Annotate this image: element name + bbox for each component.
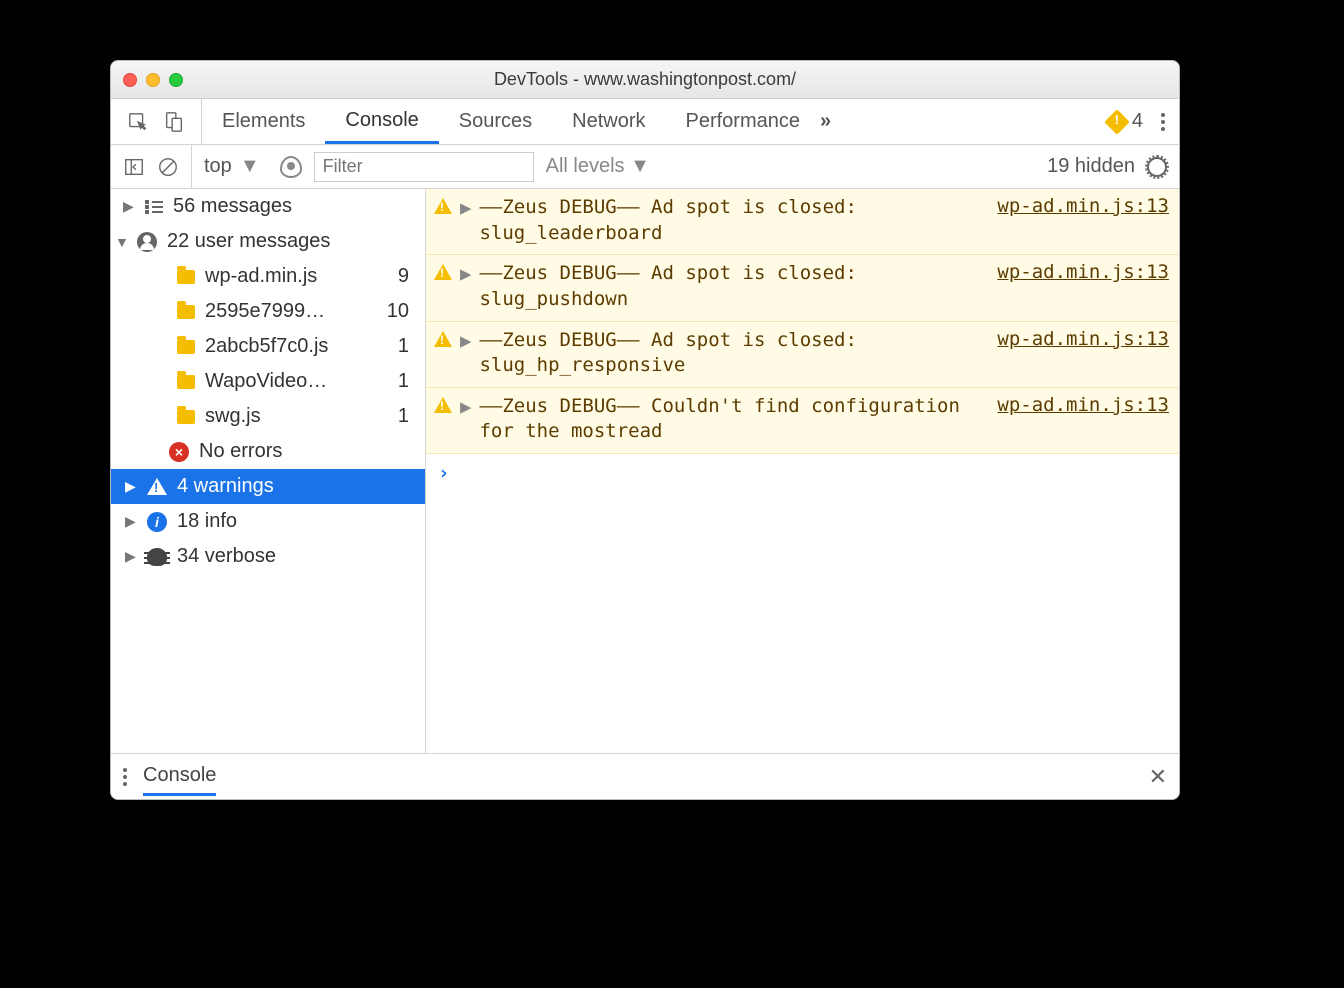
sidebar-info[interactable]: ▶ i 18 info — [111, 504, 425, 539]
warnings-badge[interactable]: 4 — [1108, 110, 1143, 133]
inspect-element-icon[interactable] — [127, 111, 149, 133]
file-name: 2abcb5f7c0.js — [205, 335, 328, 358]
file-count: 9 — [398, 265, 415, 288]
console-settings-icon[interactable] — [1147, 157, 1167, 177]
file-name: 2595e7999… — [205, 300, 325, 323]
expand-caret-icon[interactable]: ▶ — [460, 197, 471, 219]
console-message-warning[interactable]: ▶ ––Zeus DEBUG–– Ad spot is closed: slug… — [426, 255, 1179, 321]
file-name: swg.js — [205, 405, 261, 428]
expand-caret-icon[interactable]: ▶ — [460, 263, 471, 285]
sidebar-file-item[interactable]: WapoVideo… 1 — [111, 364, 425, 399]
list-icon — [145, 200, 163, 214]
sidebar-warnings[interactable]: ▶ ! 4 warnings — [111, 469, 425, 504]
message-source-link[interactable]: wp-ad.min.js:13 — [997, 328, 1169, 350]
message-source-link[interactable]: wp-ad.min.js:13 — [997, 394, 1169, 416]
devtools-window: DevTools - www.washingtonpost.com/ Eleme… — [110, 60, 1180, 800]
error-icon: × — [169, 442, 189, 462]
file-count: 1 — [398, 335, 415, 358]
close-drawer-button[interactable]: ✕ — [1149, 764, 1167, 790]
message-text: ––Zeus DEBUG–– Ad spot is closed: slug_p… — [479, 261, 989, 312]
tab-performance[interactable]: Performance — [666, 99, 821, 144]
expand-caret-icon: ▶ — [123, 198, 135, 215]
more-tabs-button[interactable]: » — [820, 110, 831, 133]
sidebar-file-item[interactable]: 2595e7999… 10 — [111, 294, 425, 329]
console-message-warning[interactable]: ▶ ––Zeus DEBUG–– Ad spot is closed: slug… — [426, 189, 1179, 255]
sidebar-file-item[interactable]: 2abcb5f7c0.js 1 — [111, 329, 425, 364]
sidebar-item-label: 4 warnings — [177, 475, 274, 498]
sidebar-item-label: 18 info — [177, 510, 237, 533]
file-count: 10 — [387, 300, 415, 323]
sidebar-messages[interactable]: ▶ 56 messages — [111, 189, 425, 224]
sidebar-item-label: 22 user messages — [167, 230, 330, 253]
window-title: DevTools - www.washingtonpost.com/ — [111, 69, 1179, 90]
message-text: ––Zeus DEBUG–– Ad spot is closed: slug_l… — [479, 195, 989, 246]
console-messages: ▶ ––Zeus DEBUG–– Ad spot is closed: slug… — [426, 189, 1179, 753]
collapse-caret-icon: ▼ — [115, 234, 127, 250]
console-message-warning[interactable]: ▶ ––Zeus DEBUG–– Ad spot is closed: slug… — [426, 322, 1179, 388]
console-sidebar: ▶ 56 messages ▼ 22 user messages wp-ad.m… — [111, 189, 426, 753]
sidebar-errors[interactable]: ▶ × No errors — [111, 434, 425, 469]
warning-icon — [434, 397, 452, 413]
folder-icon — [177, 340, 195, 354]
bug-icon — [147, 548, 167, 566]
tab-network[interactable]: Network — [552, 99, 665, 144]
drawer-tab-console[interactable]: Console — [143, 764, 216, 796]
device-toggle-icon[interactable] — [163, 111, 185, 133]
console-prompt[interactable]: › — [426, 454, 1179, 492]
console-toolbar: top ▼ All levels ▼ 19 hidden — [111, 145, 1179, 189]
expand-caret-icon: ▶ — [125, 478, 137, 495]
message-text: ––Zeus DEBUG–– Ad spot is closed: slug_h… — [479, 328, 989, 379]
filter-input[interactable] — [314, 152, 534, 182]
sidebar-user-messages[interactable]: ▼ 22 user messages — [111, 224, 425, 259]
toggle-sidebar-icon[interactable] — [123, 156, 145, 178]
sidebar-verbose[interactable]: ▶ 34 verbose — [111, 539, 425, 574]
sidebar-item-label: No errors — [199, 440, 282, 463]
message-source-link[interactable]: wp-ad.min.js:13 — [997, 261, 1169, 283]
folder-icon — [177, 410, 195, 424]
message-source-link[interactable]: wp-ad.min.js:13 — [997, 195, 1169, 217]
folder-icon — [177, 375, 195, 389]
message-text: ––Zeus DEBUG–– Couldn't find configurati… — [479, 394, 989, 445]
console-message-warning[interactable]: ▶ ––Zeus DEBUG–– Couldn't find configura… — [426, 388, 1179, 454]
warning-icon: ! — [147, 478, 167, 495]
expand-caret-icon[interactable]: ▶ — [460, 396, 471, 418]
panel-tabs: Elements Console Sources Network Perform… — [111, 99, 1179, 145]
titlebar: DevTools - www.washingtonpost.com/ — [111, 61, 1179, 99]
warning-icon — [434, 331, 452, 347]
folder-icon — [177, 305, 195, 319]
sidebar-item-label: 34 verbose — [177, 545, 276, 568]
sidebar-file-item[interactable]: swg.js 1 — [111, 399, 425, 434]
tab-sources[interactable]: Sources — [439, 99, 552, 144]
drawer: Console ✕ — [111, 753, 1179, 799]
file-name: wp-ad.min.js — [205, 265, 317, 288]
hidden-messages-count[interactable]: 19 hidden — [1047, 155, 1135, 178]
clear-console-icon[interactable] — [157, 156, 179, 178]
expand-caret-icon: ▶ — [125, 548, 137, 565]
sidebar-item-label: 56 messages — [173, 195, 292, 218]
file-count: 1 — [398, 405, 415, 428]
expand-caret-icon: ▶ — [125, 513, 137, 530]
dropdown-caret-icon: ▼ — [240, 155, 260, 178]
user-icon — [137, 232, 157, 252]
sidebar-file-item[interactable]: wp-ad.min.js 9 — [111, 259, 425, 294]
folder-icon — [177, 270, 195, 284]
main-area: ▶ 56 messages ▼ 22 user messages wp-ad.m… — [111, 189, 1179, 753]
file-name: WapoVideo… — [205, 370, 327, 393]
context-selector[interactable]: top — [204, 155, 232, 178]
tab-console[interactable]: Console — [325, 99, 438, 144]
log-levels-dropdown[interactable]: All levels ▼ — [546, 155, 650, 178]
warning-icon — [434, 264, 452, 280]
warning-icon — [434, 198, 452, 214]
warning-icon — [1104, 109, 1129, 134]
settings-menu-button[interactable] — [1161, 113, 1165, 131]
tab-elements[interactable]: Elements — [202, 99, 325, 144]
file-count: 1 — [398, 370, 415, 393]
info-icon: i — [147, 512, 167, 532]
drawer-menu-button[interactable] — [123, 768, 127, 786]
live-expression-icon[interactable] — [280, 156, 302, 178]
expand-caret-icon[interactable]: ▶ — [460, 330, 471, 352]
